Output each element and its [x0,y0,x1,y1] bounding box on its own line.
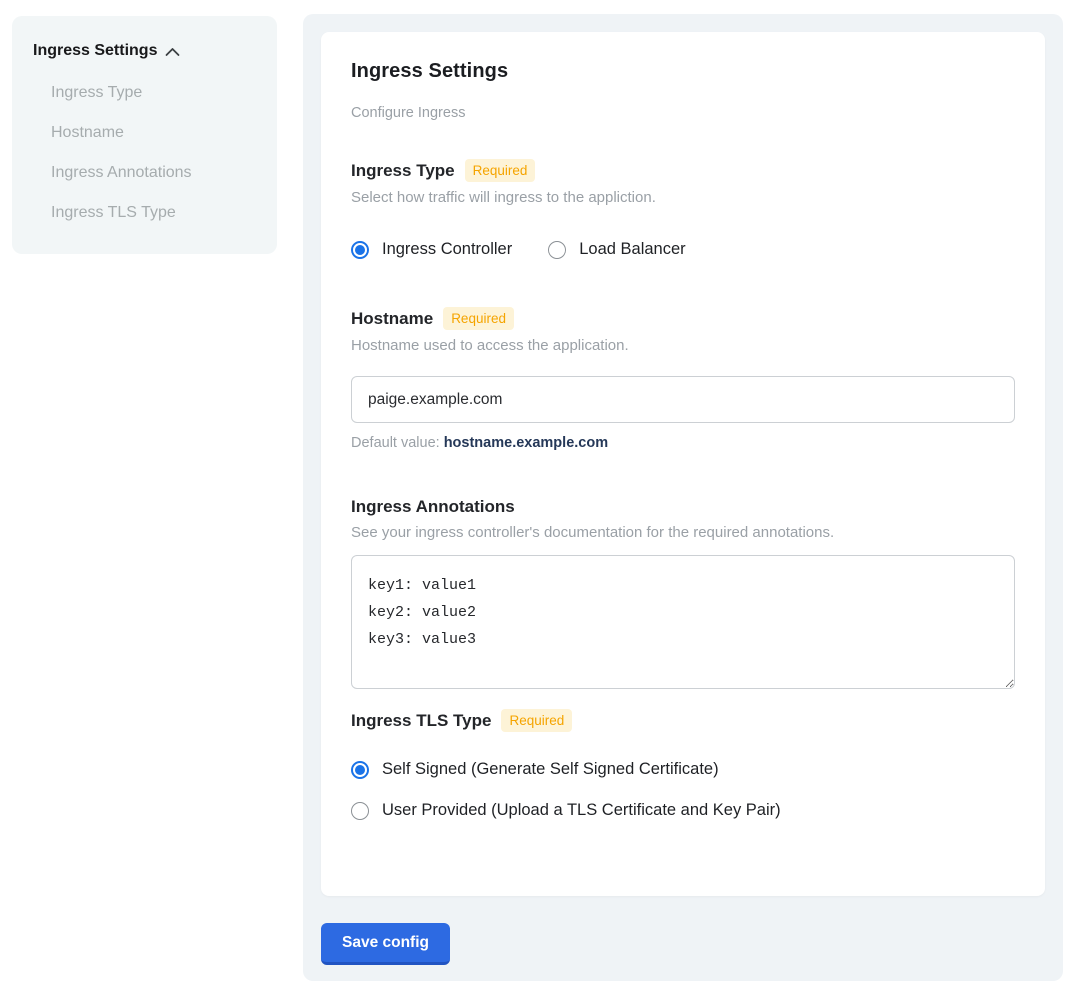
annotations-label-row: Ingress Annotations [351,497,1015,517]
tls-label-row: Ingress TLS Type Required [351,709,1015,732]
radio-selected-icon[interactable] [351,761,369,779]
card-title: Ingress Settings [351,60,1015,83]
radio-option-ingress-controller[interactable]: Ingress Controller [351,240,512,259]
hostname-help: Hostname used to access the application. [351,337,1015,354]
radio-label: User Provided (Upload a TLS Certificate … [382,801,781,820]
settings-card: Ingress Settings Configure Ingress Ingre… [321,32,1045,896]
section-ingress-annotations: Ingress Annotations See your ingress con… [351,497,1015,689]
ingress-type-label-row: Ingress Type Required [351,159,1015,182]
annotations-label: Ingress Annotations [351,497,515,517]
radio-selected-icon[interactable] [351,241,369,259]
required-badge: Required [465,159,536,182]
radio-unselected-icon[interactable] [351,802,369,820]
default-value-prefix: Default value: [351,435,444,451]
annotations-textarea[interactable]: key1: value1 key2: value2 key3: value3 [351,555,1015,689]
card-subtitle: Configure Ingress [351,105,1015,121]
chevron-up-icon [165,47,180,57]
ingress-type-label: Ingress Type [351,161,455,181]
hostname-input[interactable] [351,376,1015,423]
hostname-label: Hostname [351,309,433,329]
radio-label: Self Signed (Generate Self Signed Certif… [382,760,719,779]
save-config-button[interactable]: Save config [321,923,450,965]
section-ingress-tls-type: Ingress TLS Type Required Self Signed (G… [351,709,1015,820]
tls-radio-group: Self Signed (Generate Self Signed Certif… [351,760,1015,820]
page: Ingress Settings Ingress Type Hostname I… [0,0,1090,1005]
radio-option-load-balancer[interactable]: Load Balancer [548,240,685,259]
tls-type-label: Ingress TLS Type [351,711,491,731]
sidebar-item-ingress-annotations[interactable]: Ingress Annotations [33,164,257,182]
section-ingress-type: Ingress Type Required Select how traffic… [351,159,1015,259]
radio-label: Load Balancer [579,240,685,259]
radio-option-user-provided[interactable]: User Provided (Upload a TLS Certificate … [351,801,1015,820]
sidebar-items: Ingress Type Hostname Ingress Annotation… [33,84,257,222]
section-hostname: Hostname Required Hostname used to acces… [351,307,1015,451]
required-badge: Required [501,709,572,732]
sidebar-section-title: Ingress Settings [33,42,157,60]
main-panel: Ingress Settings Configure Ingress Ingre… [303,14,1063,981]
ingress-type-help: Select how traffic will ingress to the a… [351,189,1015,206]
sidebar-item-ingress-tls-type[interactable]: Ingress TLS Type [33,204,257,222]
ingress-type-radio-group: Ingress Controller Load Balancer [351,240,1015,259]
sidebar-item-ingress-type[interactable]: Ingress Type [33,84,257,102]
sidebar-item-hostname[interactable]: Hostname [33,124,257,142]
radio-label: Ingress Controller [382,240,512,259]
hostname-default-note: Default value: hostname.example.com [351,435,1015,451]
hostname-label-row: Hostname Required [351,307,1015,330]
sidebar: Ingress Settings Ingress Type Hostname I… [12,16,277,254]
radio-option-self-signed[interactable]: Self Signed (Generate Self Signed Certif… [351,760,1015,779]
default-value-text: hostname.example.com [444,435,608,451]
required-badge: Required [443,307,514,330]
radio-unselected-icon[interactable] [548,241,566,259]
sidebar-section-toggle[interactable]: Ingress Settings [33,42,257,60]
annotations-help: See your ingress controller's documentat… [351,524,1015,541]
